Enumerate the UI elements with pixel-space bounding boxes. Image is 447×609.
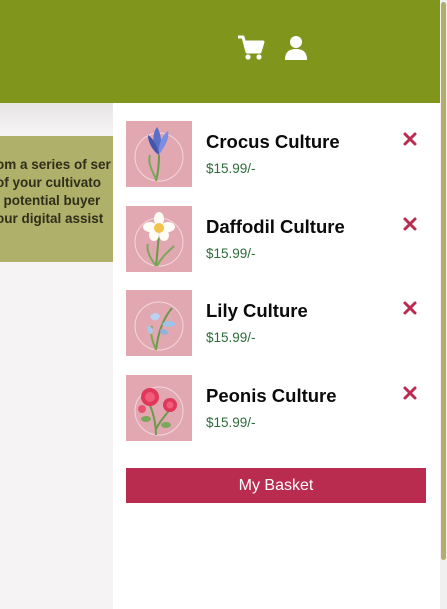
header-shadow [0,103,113,133]
item-name: Lily Culture [206,300,308,321]
basket-item: Daffodil Culture $15.99/- [126,206,431,272]
close-icon[interactable] [402,385,418,401]
daffodil-image [126,206,192,272]
basket-item: Lily Culture $15.99/- [126,290,431,356]
intro-banner: om a series of ser of your cultivato , p… [0,136,113,262]
lily-image [126,290,192,356]
item-price: $15.99/- [206,246,256,261]
banner-line: of your cultivato [0,175,102,190]
banner-line: om a series of ser [0,157,111,172]
item-name: Crocus Culture [206,131,340,152]
close-icon[interactable] [402,300,418,316]
banner-text: om a series of ser of your cultivato , p… [0,156,113,228]
user-icon[interactable] [284,35,308,66]
close-icon[interactable] [402,131,418,147]
item-price: $15.99/- [206,330,256,345]
basket-item: Peonis Culture $15.99/- [126,375,431,441]
cart-icon[interactable] [237,35,265,66]
item-price: $15.99/- [206,415,256,430]
item-name: Peonis Culture [206,385,337,406]
peony-image [126,375,192,441]
item-price: $15.99/- [206,161,256,176]
banner-line: , potential buyer [0,193,101,208]
crocus-image [126,121,192,187]
banner-line: our digital assist [0,211,104,226]
my-basket-button[interactable]: My Basket [126,468,426,503]
top-navbar [0,0,440,103]
scrollbar-thumb[interactable] [441,2,446,560]
basket-item: Crocus Culture $15.99/- [126,121,431,187]
item-name: Daffodil Culture [206,216,345,237]
scrollbar[interactable] [440,0,447,609]
close-icon[interactable] [402,216,418,232]
